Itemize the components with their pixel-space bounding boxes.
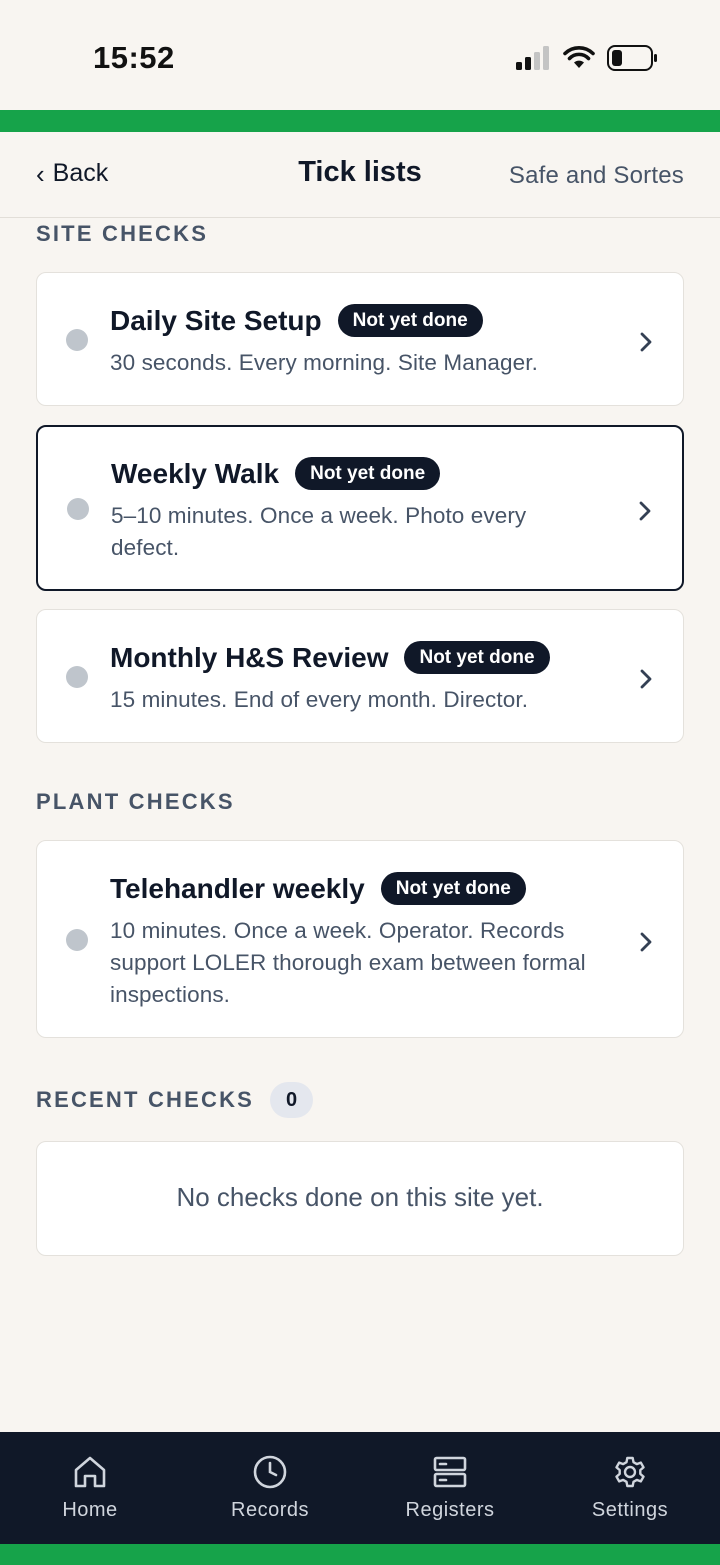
card-title: Telehandler weekly (110, 872, 365, 904)
card-title: Daily Site Setup (110, 304, 322, 336)
status-bar: 15:52 (0, 0, 720, 110)
checklist-card-weekly-walk[interactable]: Weekly Walk Not yet done 5–10 minutes. O… (36, 425, 684, 591)
card-description: 10 minutes. Once a week. Operator. Recor… (110, 918, 586, 1007)
status-badge: Not yet done (295, 457, 441, 490)
status-dot (66, 666, 88, 688)
chevron-right-icon (640, 332, 652, 352)
card-description: 30 seconds. Every morning. Site Manager. (110, 350, 538, 375)
nav-label: Records (231, 1499, 309, 1521)
status-badge: Not yet done (337, 304, 483, 337)
home-icon (74, 1456, 106, 1488)
cellular-signal-icon (516, 46, 549, 70)
status-dot (66, 329, 88, 351)
chevron-right-icon (639, 501, 651, 521)
chevron-right-icon (640, 932, 652, 952)
chevron-left-icon: ‹ (36, 158, 45, 189)
section-label-site-checks: SITE CHECKS (36, 221, 209, 246)
gear-icon (615, 1456, 645, 1488)
clock-icon (253, 1455, 287, 1489)
chevron-right-icon (640, 669, 652, 689)
checklist-card-daily-site-setup[interactable]: Daily Site Setup Not yet done 30 seconds… (36, 272, 684, 406)
checklist-card-telehandler-weekly[interactable]: Telehandler weekly Not yet done 10 minut… (36, 840, 684, 1038)
nav-item-registers[interactable]: Registers (360, 1432, 540, 1544)
card-description: 5–10 minutes. Once a week. Photo every d… (111, 503, 527, 560)
card-description: 15 minutes. End of every month. Director… (110, 687, 529, 712)
status-dot (67, 498, 89, 520)
section-label-plant-checks: PLANT CHECKS (36, 789, 235, 814)
bottom-accent-bar (0, 1544, 720, 1565)
recent-checks-count-badge: 0 (270, 1082, 314, 1118)
header: ‹ Back Tick lists Safe and Sortes (0, 132, 720, 218)
section-label-recent-checks: RECENT CHECKS 0 (36, 1082, 314, 1118)
recent-checks-empty-card: No checks done on this site yet. (36, 1141, 684, 1256)
status-time: 15:52 (93, 40, 175, 75)
back-label: Back (52, 159, 109, 187)
back-button[interactable]: ‹ Back (36, 159, 108, 188)
nav-label: Settings (591, 1499, 669, 1521)
status-badge: Not yet done (380, 872, 526, 905)
site-name: Safe and Sortes (508, 162, 684, 189)
status-badge: Not yet done (404, 641, 550, 674)
nav-item-home[interactable]: Home (0, 1432, 180, 1544)
wifi-icon (563, 46, 595, 68)
bottom-nav: Home Records Registers Settings (0, 1432, 720, 1544)
nav-label: Home (62, 1499, 118, 1521)
card-title: Weekly Walk (111, 457, 280, 489)
status-dot (66, 929, 88, 951)
battery-icon (607, 45, 657, 71)
nav-item-records[interactable]: Records (180, 1432, 360, 1544)
card-title: Monthly H&S Review (110, 641, 389, 673)
server-icon (433, 1456, 467, 1488)
nav-label: Registers (405, 1499, 495, 1521)
nav-item-settings[interactable]: Settings (540, 1432, 720, 1544)
top-accent-bar (0, 110, 720, 132)
checklist-card-monthly-hs-review[interactable]: Monthly H&S Review Not yet done 15 minut… (36, 609, 684, 743)
empty-state-message: No checks done on this site yet. (176, 1182, 544, 1212)
